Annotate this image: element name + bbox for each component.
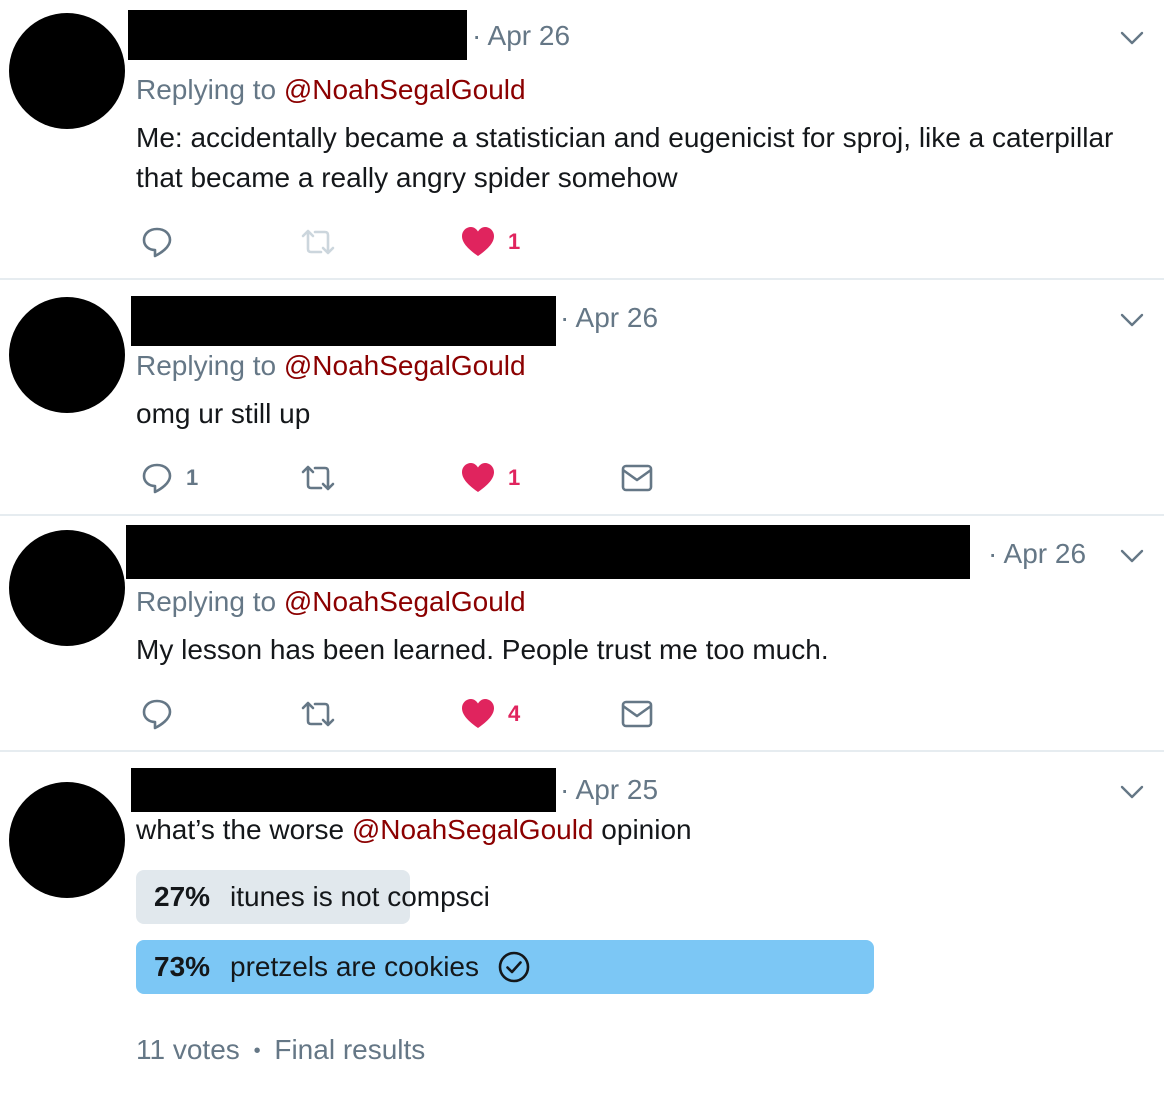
retweet-icon xyxy=(301,229,335,255)
poll-option-label: pretzels are cookies xyxy=(230,951,480,982)
replying-to: Replying to @NoahSegalGould xyxy=(136,350,526,382)
heart-icon xyxy=(462,463,494,492)
tweet-actions: 1 xyxy=(136,222,736,262)
tweet-text-part: opinion xyxy=(593,814,692,845)
tweet-text-line: that became a really angry spider someho… xyxy=(136,162,678,193)
tweet-date[interactable]: · Apr 26 xyxy=(560,302,658,334)
reply-button[interactable]: 1 xyxy=(140,458,198,498)
mention-link[interactable]: @NoahSegalGould xyxy=(352,814,594,845)
tweet-text: omg ur still up xyxy=(136,394,1146,434)
avatar[interactable] xyxy=(9,530,125,646)
like-button[interactable]: 1 xyxy=(460,222,520,262)
avatar[interactable] xyxy=(9,782,125,898)
tweet-date[interactable]: · Apr 26 xyxy=(988,538,1086,570)
envelope-icon xyxy=(621,464,653,492)
replying-prefix: Replying to xyxy=(136,350,277,381)
like-count: 1 xyxy=(508,465,521,490)
poll-option-label: itunes is not compsci xyxy=(230,881,490,912)
poll-votes: 11 votes xyxy=(136,1034,240,1065)
like-count: 4 xyxy=(508,701,521,726)
like-button[interactable]: 1 xyxy=(460,458,520,498)
replying-to: Replying to @NoahSegalGould xyxy=(136,74,526,106)
reply-button[interactable] xyxy=(140,222,186,262)
tweet[interactable]: · Apr 26 Replying to @NoahSegalGould omg… xyxy=(0,280,1164,514)
poll-option-percent: 27% xyxy=(154,881,211,912)
tweet-text-line: My lesson has been learned. People trust… xyxy=(136,634,829,665)
reply-icon xyxy=(142,227,172,258)
heart-icon xyxy=(462,227,494,256)
replying-prefix: Replying to xyxy=(136,586,277,617)
tweet[interactable]: · Apr 26 Replying to @NoahSegalGould My … xyxy=(0,516,1164,750)
chevron-down-icon[interactable] xyxy=(1118,778,1146,806)
tweet-text-line: Me: accidentally became a statistician a… xyxy=(136,122,1114,153)
retweet-button[interactable] xyxy=(300,694,336,734)
tweet-actions: 1 1 xyxy=(136,458,736,498)
poll-separator: • xyxy=(253,1040,261,1063)
envelope-icon xyxy=(621,700,653,728)
poll-summary: 11 votes • Final results xyxy=(136,1034,425,1066)
poll-option-winner: 73% pretzels are cookies xyxy=(136,940,874,994)
mention-link[interactable]: @NoahSegalGould xyxy=(284,586,526,617)
tweet-text: Me: accidentally became a statistician a… xyxy=(136,118,1146,198)
replying-prefix: Replying to xyxy=(136,74,277,105)
poll-option: 27% itunes is not compsci xyxy=(136,870,490,924)
redacted-user-name xyxy=(131,296,556,346)
tweet[interactable]: · Apr 26 Replying to @NoahSegalGould Me:… xyxy=(0,0,1164,278)
retweet-button[interactable] xyxy=(300,222,336,262)
direct-message-button[interactable] xyxy=(620,694,654,734)
retweet-icon xyxy=(301,701,335,727)
avatar[interactable] xyxy=(9,297,125,413)
tweet-text: My lesson has been learned. People trust… xyxy=(136,630,1146,670)
tweet-date[interactable]: · Apr 26 xyxy=(472,20,570,52)
redacted-user-name xyxy=(126,525,970,579)
avatar[interactable] xyxy=(9,13,125,129)
poll-status: Final results xyxy=(274,1034,426,1065)
reply-button[interactable] xyxy=(140,694,186,734)
check-circle-icon xyxy=(498,951,530,983)
tweet-date[interactable]: · Apr 25 xyxy=(560,774,658,806)
like-button[interactable]: 4 xyxy=(460,694,520,734)
poll-option-content: 73% pretzels are cookies xyxy=(154,940,531,994)
tweet-text: what’s the worse @NoahSegalGould opinion xyxy=(136,810,1146,850)
mention-link[interactable]: @NoahSegalGould xyxy=(284,74,526,105)
chevron-down-icon[interactable] xyxy=(1118,306,1146,334)
chevron-down-icon[interactable] xyxy=(1118,24,1146,52)
poll-option-percent: 73% xyxy=(154,951,211,982)
tweet-actions: 4 xyxy=(136,694,736,734)
tweet[interactable]: · Apr 25 what’s the worse @NoahSegalGoul… xyxy=(0,752,1164,1096)
reply-count: 1 xyxy=(186,465,199,490)
retweet-button[interactable] xyxy=(300,458,336,498)
direct-message-button[interactable] xyxy=(620,458,654,498)
reply-icon xyxy=(142,699,172,730)
redacted-user-name xyxy=(131,768,556,812)
redacted-user-name xyxy=(128,10,467,60)
like-count: 1 xyxy=(508,229,521,254)
tweet-text-line: omg ur still up xyxy=(136,398,311,429)
mention-link[interactable]: @NoahSegalGould xyxy=(284,350,526,381)
reply-icon xyxy=(142,463,172,494)
tweet-text-part: what’s the worse xyxy=(136,814,352,845)
replying-to: Replying to @NoahSegalGould xyxy=(136,586,526,618)
heart-icon xyxy=(462,699,494,728)
retweet-icon xyxy=(301,465,335,491)
chevron-down-icon[interactable] xyxy=(1118,542,1146,570)
poll-option-content: 27% itunes is not compsci xyxy=(154,870,490,924)
